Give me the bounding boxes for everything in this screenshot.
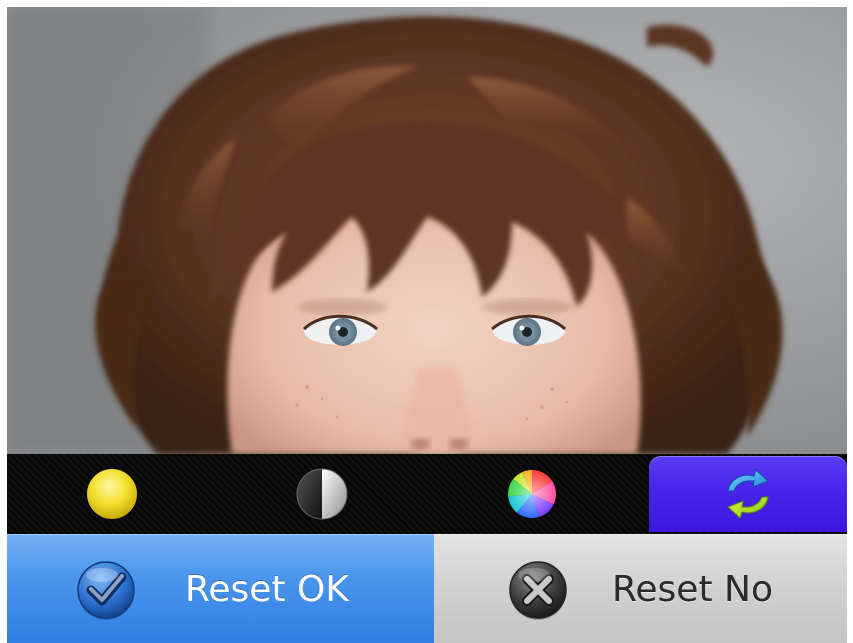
contrast-icon [296, 468, 348, 520]
saturation-icon [508, 470, 556, 518]
reset-tool-button[interactable] [649, 456, 847, 532]
photo-preview [7, 7, 847, 454]
checkmark-icon [77, 561, 135, 620]
photo-editor-app: Reset OK Reset No [7, 7, 847, 643]
reset-arrows-icon [727, 469, 769, 519]
close-x-icon [509, 561, 567, 620]
reset-ok-label: Reset OK [185, 569, 349, 610]
adjustment-toolbar [7, 454, 847, 534]
contrast-tool-button[interactable] [217, 454, 427, 534]
saturation-tool-button[interactable] [427, 454, 637, 534]
reset-no-label: Reset No [612, 569, 773, 610]
reset-confirm-bar: Reset OK Reset No [7, 534, 847, 643]
reset-ok-button[interactable]: Reset OK [7, 534, 434, 643]
brightness-tool-button[interactable] [7, 454, 217, 534]
brightness-icon [87, 469, 137, 519]
reset-no-button[interactable]: Reset No [434, 534, 847, 643]
portrait-image [7, 7, 847, 454]
